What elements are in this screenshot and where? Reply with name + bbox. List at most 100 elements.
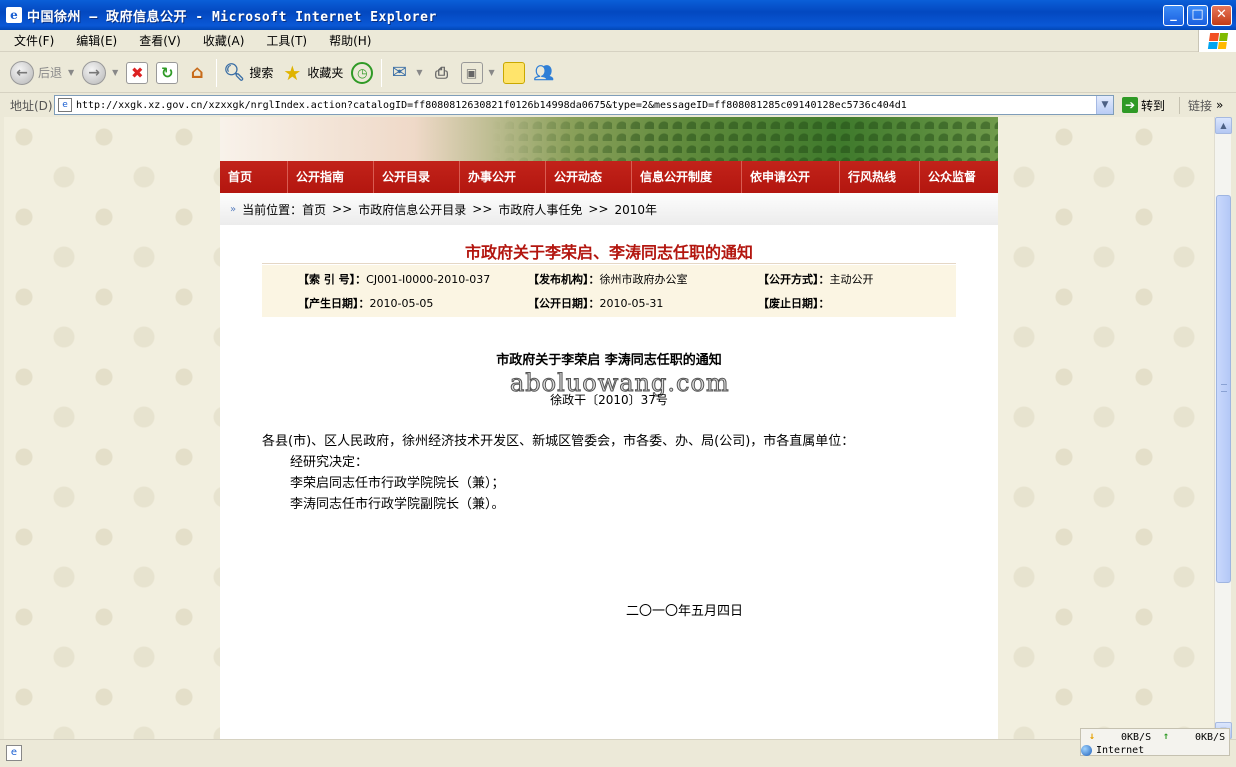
mail-dropdown-icon[interactable]: ▼ [416,68,422,77]
messenger-button[interactable]: 👥︎ [533,57,555,89]
forward-button[interactable]: → ▼ [82,57,118,89]
document-meta: 【索 引 号】：CJ001-I0000-2010-037 【发布机构】：徐州市政… [262,265,956,317]
history-button[interactable]: ◷ [351,57,374,89]
security-zone: Internet [1081,745,1144,756]
notice-heading: 市政府关于李荣启 李涛同志任职的通知 [496,353,722,368]
vertical-scrollbar[interactable]: ▲ ▼ [1214,117,1232,739]
body-line: 李荣启同志任市行政学院院长（兼）； [290,476,505,491]
window-title: 中国徐州 — 政府信息公开 - Microsoft Internet Explo… [27,9,437,25]
meta-mode-label: 【公开方式】： [758,273,830,286]
back-dropdown-icon[interactable]: ▼ [68,68,74,77]
forward-dropdown-icon[interactable]: ▼ [112,68,118,77]
stop-button[interactable]: ✖ [126,57,149,89]
status-bar: e ↓ 0KB/S ↑ 0KB/S Internet [0,728,1236,767]
meta-index-label: 【索 引 号】： [298,273,367,286]
home-icon: ⌂ [190,62,204,83]
menu-bar: 文件(F) 编辑(E) 查看(V) 收藏(A) 工具(T) 帮助(H) [0,30,1236,52]
meta-index-value: CJ001-I0000-2010-037 [366,273,491,286]
breadcrumb: » 当前位置： 首页 >> 市政府信息公开目录 >> 市政府人事任免 >> 20… [220,193,998,225]
print-button[interactable]: ⎙ [431,57,453,89]
maximize-button[interactable]: □ [1187,5,1208,26]
scroll-thumb[interactable] [1216,195,1231,583]
address-input[interactable]: e http://xxgk.xz.gov.cn/xzxxgk/nrglIndex… [54,95,1114,115]
favorites-label: 收藏夹 [307,66,344,80]
meta-publisher-label: 【发布机构】： [528,273,600,286]
search-button[interactable]: 🔍︎ 搜索 [223,57,274,89]
menu-view[interactable]: 查看(V) [125,32,189,49]
home-button[interactable]: ⌂ [186,57,208,89]
download-speed: 0KB/S [1121,732,1152,743]
breadcrumb-sep: >> [472,202,493,216]
menu-tools[interactable]: 工具(T) [252,32,315,49]
body-line: 李涛同志任市行政学院副院长（兼）。 [290,497,505,512]
menu-edit[interactable]: 编辑(E) [62,32,125,49]
meta-mode-value: 主动公开 [829,273,874,286]
note-icon [502,61,525,84]
scroll-up-button[interactable]: ▲ [1215,117,1232,134]
nav-catalog[interactable]: 公开目录 [374,161,460,193]
menu-help[interactable]: 帮助(H) [315,32,379,49]
notice-body: 各县(市)、区人民政府，徐州经济技术开发区、新城区管委会，市各委、办、局(公司)… [262,431,854,515]
ie-app-icon[interactable]: e [6,7,22,23]
mail-icon: ✉ [391,62,407,83]
meta-row: 【索 引 号】：CJ001-I0000-2010-037 【发布机构】：徐州市政… [262,267,956,291]
edit-button[interactable]: ▣ ▼ [460,57,495,89]
printer-icon: ⎙ [435,62,448,82]
page-viewport[interactable]: 首页 公开指南 公开目录 办事公开 公开动态 信息公开制度 依申请公开 行风热线… [4,117,1214,739]
mail-button[interactable]: ✉ ▼ [388,57,423,89]
close-button[interactable]: ✕ [1211,5,1232,26]
page-icon: e [58,98,72,112]
nav-guide[interactable]: 公开指南 [288,161,374,193]
back-button[interactable]: ← 后退 ▼ [10,57,74,89]
search-label: 搜索 [249,66,274,80]
go-arrow-icon: ➔ [1122,97,1138,113]
links-chevron-icon[interactable]: » [1216,98,1223,112]
breadcrumb-sep: >> [332,202,353,216]
menu-favorites[interactable]: 收藏(A) [189,32,253,49]
breadcrumb-personnel[interactable]: 市政府人事任免 [498,201,582,218]
links-button[interactable]: 链接 [1179,96,1212,114]
window-controls: _ □ ✕ [1163,5,1232,26]
upload-speed: 0KB/S [1195,732,1226,743]
history-clock-icon: ◷ [351,61,374,84]
network-speed-panel: ↓ 0KB/S ↑ 0KB/S Internet [1080,728,1230,756]
download-arrow-icon: ↓ [1089,731,1096,742]
meta-publisher: 【发布机构】：徐州市政府办公室 [528,271,688,287]
body-line: 经研究决定： [290,455,369,470]
meta-created: 【产生日期】：2010-05-05 [298,295,433,311]
nav-apply[interactable]: 依申请公开 [742,161,840,193]
meta-row: 【产生日期】：2010-05-05 【公开日期】：2010-05-31 【废止日… [262,291,956,315]
breadcrumb-year[interactable]: 2010年 [615,201,658,218]
breadcrumb-catalog[interactable]: 市政府信息公开目录 [358,201,466,218]
go-label: 转到 [1141,98,1166,113]
windows-logo-icon [1198,30,1236,52]
menu-file[interactable]: 文件(F) [0,32,62,49]
toolbar-separator [381,58,383,87]
nav-hotline[interactable]: 行风热线 [840,161,920,193]
refresh-icon: ↻ [156,61,179,84]
addressee: 各县(市)、区人民政府，徐州经济技术开发区、新城区管委会，市各委、办、局(公司)… [262,434,855,449]
breadcrumb-home[interactable]: 首页 [302,201,326,218]
favorites-button[interactable]: ★ 收藏夹 [281,57,343,89]
address-dropdown-icon[interactable]: ▼ [1096,96,1113,114]
address-bar: 地址(D) e http://xxgk.xz.gov.cn/xzxxgk/nrg… [0,94,1236,116]
nav-system[interactable]: 信息公开制度 [632,161,742,193]
nav-supervision[interactable]: 公众监督 [920,161,998,193]
back-arrow-icon: ← [10,60,34,85]
go-button[interactable]: ➔ 转到 [1122,97,1165,114]
refresh-button[interactable]: ↻ [156,57,179,89]
meta-publisher-value: 徐州市政府办公室 [599,273,688,286]
address-label: 地址(D) [10,98,53,113]
minimize-button[interactable]: _ [1163,5,1184,26]
meta-public-label: 【公开日期】： [528,297,600,310]
meta-created-value: 2010-05-05 [369,297,434,310]
globe-icon [1081,745,1092,756]
scroll-grip-icon [1221,384,1227,392]
address-url[interactable]: http://xxgk.xz.gov.cn/xzxxgk/nrglIndex.a… [76,100,907,111]
edit-dropdown-icon[interactable]: ▼ [489,68,495,77]
nav-affairs[interactable]: 办事公开 [460,161,546,193]
discuss-button[interactable] [502,57,525,89]
meta-expire-label: 【废止日期】： [758,297,830,310]
nav-news[interactable]: 公开动态 [546,161,632,193]
nav-home[interactable]: 首页 [220,161,288,193]
